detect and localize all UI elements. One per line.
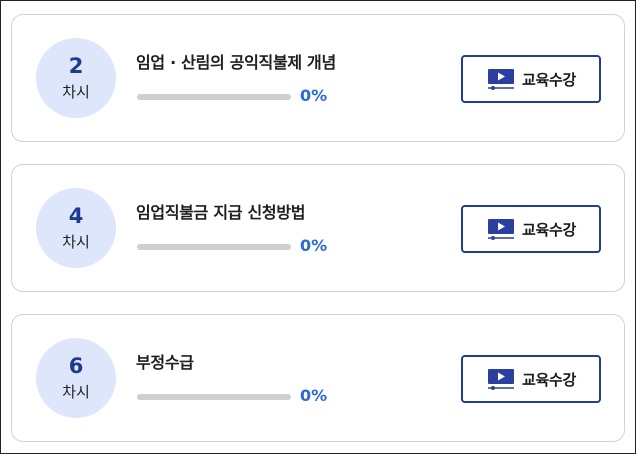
lesson-title: 임업 · 산림의 공익직불제 개념 <box>136 53 336 72</box>
lesson-unit-label: 차시 <box>62 232 90 251</box>
lesson-number: 4 <box>68 203 84 228</box>
lesson-card: 6 차시 부정수급 0% 교육수강 <box>11 314 625 442</box>
lesson-card: 4 차시 임업직불금 지급 신청방법 0% 교육수강 <box>11 164 625 292</box>
progress-percent: 0% <box>300 236 328 255</box>
progress-bar <box>137 94 291 100</box>
video-play-icon <box>487 219 514 240</box>
lesson-number: 2 <box>68 53 84 78</box>
lesson-number-badge: 2 차시 <box>36 38 116 118</box>
start-course-button[interactable]: 교육수강 <box>461 55 601 103</box>
lesson-title: 임업직불금 지급 신청방법 <box>136 203 306 222</box>
lesson-unit-label: 차시 <box>62 82 90 101</box>
start-course-button-label: 교육수강 <box>521 70 576 89</box>
lesson-number: 6 <box>68 353 84 378</box>
progress-bar <box>137 394 291 400</box>
start-course-button[interactable]: 교육수강 <box>461 205 601 253</box>
lesson-unit-label: 차시 <box>62 382 90 401</box>
video-play-icon <box>487 369 514 390</box>
progress-percent: 0% <box>300 386 328 405</box>
start-course-button[interactable]: 교육수강 <box>461 355 601 403</box>
progress-percent: 0% <box>300 86 328 105</box>
lesson-card: 2 차시 임업 · 산림의 공익직불제 개념 0% 교육수강 <box>11 14 625 142</box>
lesson-number-badge: 4 차시 <box>36 188 116 268</box>
lesson-number-badge: 6 차시 <box>36 338 116 418</box>
progress-bar <box>137 244 291 250</box>
lesson-list-frame: 2 차시 임업 · 산림의 공익직불제 개념 0% 교육수강 4 차시 임업직불… <box>0 0 636 454</box>
video-play-icon <box>487 69 514 90</box>
start-course-button-label: 교육수강 <box>521 220 576 239</box>
lesson-title: 부정수급 <box>136 353 194 372</box>
start-course-button-label: 교육수강 <box>521 370 576 389</box>
